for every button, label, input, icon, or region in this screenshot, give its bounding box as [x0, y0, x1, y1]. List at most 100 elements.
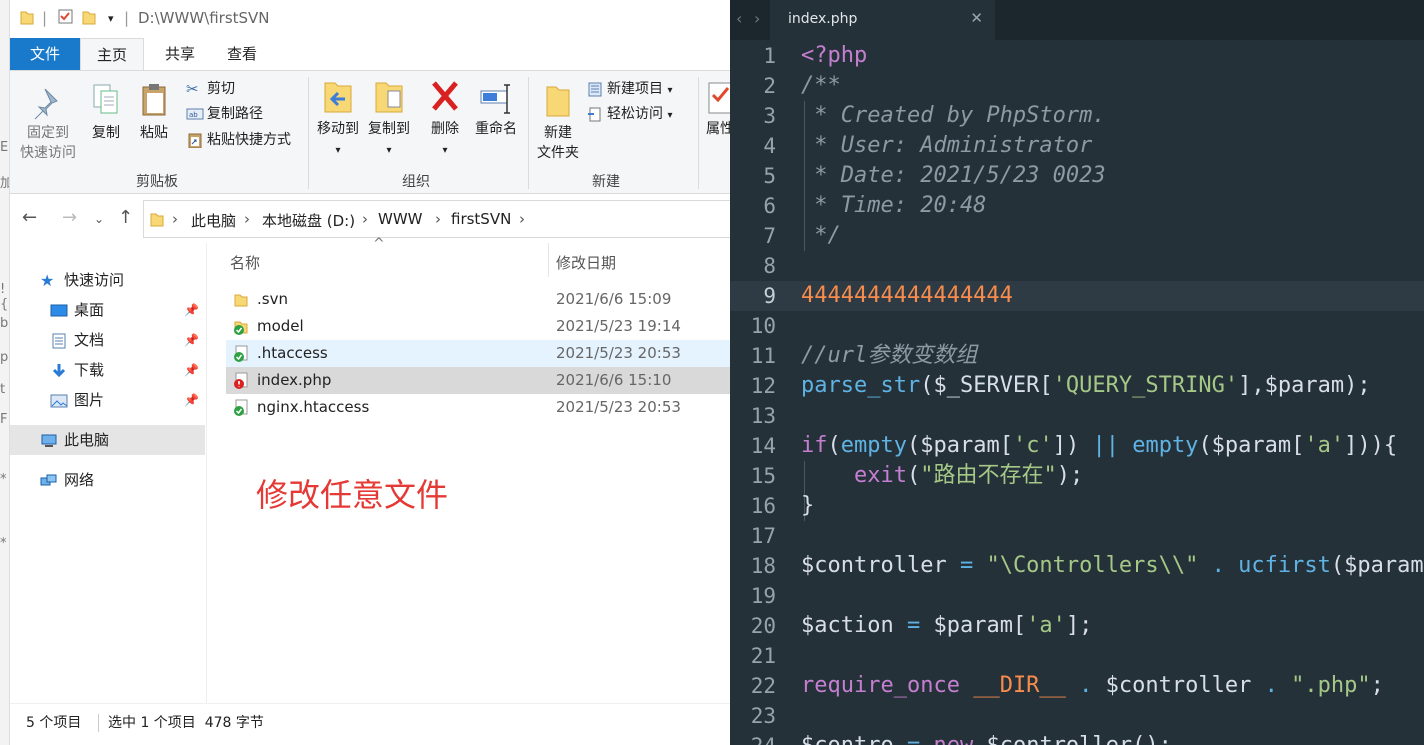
- chevron-down-icon: ▾: [386, 145, 392, 156]
- pictures-icon: [50, 394, 68, 407]
- clipboard-group-label: 剪贴板: [136, 174, 178, 190]
- sidebar-item-documents[interactable]: 文档 📌: [10, 325, 205, 355]
- code-line: * Date: 2021/5/23 0023: [801, 163, 1106, 188]
- code-line: //url参数变数组: [801, 343, 978, 368]
- copy-path-button[interactable]: ab 复制路径: [186, 102, 263, 126]
- file-row[interactable]: .htaccess 2021/5/23 20:53: [226, 340, 730, 367]
- breadcrumb-chevron-icon[interactable]: ›: [519, 210, 525, 228]
- file-name: index.php: [257, 371, 332, 389]
- recent-locations-chevron-icon[interactable]: ⌄: [94, 212, 104, 226]
- cut-button[interactable]: ✂ 剪切: [186, 77, 235, 101]
- line-number: 7: [763, 224, 776, 248]
- tab-label: index.php: [788, 11, 858, 27]
- line-number-current: 9: [763, 284, 776, 308]
- line-number: 14: [750, 434, 776, 458]
- pinned-icon: 📌: [184, 393, 199, 407]
- paste-button[interactable]: 粘贴: [132, 81, 176, 143]
- tab-scroll-right-icon[interactable]: ›: [754, 9, 760, 28]
- copy-path-icon: ab: [186, 108, 204, 120]
- file-row[interactable]: .svn 2021/6/6 15:09: [226, 286, 730, 313]
- new-folder-label-1: 新建: [544, 125, 572, 141]
- new-item-icon: [588, 82, 602, 97]
- file-date: 2021/5/23 20:53: [556, 398, 681, 416]
- move-to-button[interactable]: 移动到 ▾: [313, 77, 363, 161]
- group-divider: [528, 77, 529, 189]
- title-bar: | ▾ | D:\WWW\firstSVN: [10, 0, 730, 38]
- pin-to-quick-access-button[interactable]: 固定到 快速访问: [16, 81, 80, 163]
- delete-button[interactable]: 删除 ▾: [422, 77, 468, 161]
- tab-home[interactable]: 主页: [80, 38, 144, 71]
- code-line: }: [801, 493, 815, 518]
- breadcrumb-chevron-icon[interactable]: ›: [362, 210, 368, 228]
- easy-access-button[interactable]: 轻松访问 ▾: [586, 102, 672, 126]
- column-date-header[interactable]: 修改日期: [556, 252, 616, 273]
- new-folder-label-2: 文件夹: [537, 145, 579, 161]
- paste-label: 粘贴: [140, 125, 168, 141]
- separator: |: [124, 9, 130, 27]
- line-number: 12: [750, 374, 776, 398]
- file-name: .svn: [257, 290, 288, 308]
- tab-view[interactable]: 查看: [210, 38, 274, 70]
- back-arrow-icon[interactable]: ←: [22, 207, 37, 228]
- code-line: require_once __DIR__ . $controller . ".p…: [801, 673, 1384, 698]
- sort-ascending-icon: ^: [373, 236, 385, 252]
- copy-label: 复制: [92, 125, 120, 141]
- line-number: 16: [750, 494, 776, 518]
- file-name: .htaccess: [257, 344, 328, 362]
- sidebar-item-desktop[interactable]: 桌面 📌: [10, 295, 205, 325]
- close-icon[interactable]: ✕: [970, 9, 983, 27]
- tab-file[interactable]: 文件: [10, 38, 80, 70]
- forward-arrow-icon[interactable]: →: [62, 207, 77, 228]
- line-number: 1: [763, 44, 776, 68]
- copy-button[interactable]: 复制: [84, 81, 128, 143]
- sidebar-item-network[interactable]: 网络: [10, 465, 205, 495]
- breadcrumb-chevron-icon[interactable]: ›: [435, 210, 441, 228]
- sidebar-item-pictures[interactable]: 图片 📌: [10, 385, 205, 415]
- rename-label: 重命名: [475, 121, 517, 137]
- sidebar-item-this-pc[interactable]: 此电脑: [10, 425, 205, 455]
- paste-shortcut-button[interactable]: 粘贴快捷方式: [186, 128, 291, 152]
- sidebar-item-downloads[interactable]: 下载 📌: [10, 355, 205, 385]
- navigation-pane: ★ 快速访问 桌面 📌 文档 📌 下载 📌 图片 📌 此电脑 网络: [10, 243, 205, 703]
- line-number: 11: [750, 344, 776, 368]
- tab-scroll-left-icon[interactable]: ‹: [736, 9, 742, 28]
- breadcrumb-chevron-icon[interactable]: ›: [244, 210, 250, 228]
- new-folder-button[interactable]: 新建 文件夹: [532, 81, 584, 163]
- pinned-icon: 📌: [184, 303, 199, 317]
- breadcrumb-firstsvn[interactable]: firstSVN: [451, 210, 511, 228]
- breadcrumb-www[interactable]: WWW: [378, 210, 423, 228]
- navigation-bar: ← → ⌄ ↑ › 此电脑 › 本地磁盘 (D:) › WWW › firstS…: [10, 195, 730, 243]
- rename-icon: [480, 84, 510, 114]
- organize-group-label: 组织: [402, 174, 430, 190]
- address-bar[interactable]: › 此电脑 › 本地磁盘 (D:) › WWW › firstSVN ›: [143, 200, 730, 238]
- breadcrumb-chevron-icon[interactable]: ›: [172, 210, 178, 228]
- rename-button[interactable]: 重命名: [470, 77, 522, 139]
- file-row-selected[interactable]: index.php 2021/6/6 15:10: [226, 367, 730, 394]
- breadcrumb-this-pc[interactable]: 此电脑: [191, 210, 236, 231]
- up-arrow-icon[interactable]: ↑: [118, 207, 133, 228]
- pane-divider[interactable]: [206, 243, 207, 703]
- tab-share[interactable]: 共享: [148, 38, 212, 70]
- properties-button[interactable]: 属性: [700, 77, 730, 139]
- column-name-header[interactable]: 名称: [230, 252, 260, 273]
- ribbon-home: 固定到 快速访问 复制 粘贴 ✂ 剪切 ab 复制路径 粘贴快捷方式 剪贴板 移动到…: [10, 70, 730, 194]
- code-line-modified: 4444444444444444: [801, 283, 1013, 308]
- editor-tab-index-php[interactable]: index.php ✕: [770, 0, 995, 40]
- svg-text:ab: ab: [189, 111, 198, 119]
- pinned-icon: 📌: [184, 333, 199, 347]
- new-folder-quick-icon[interactable]: [82, 9, 96, 25]
- new-item-button[interactable]: 新建项目 ▾: [586, 77, 672, 101]
- line-number: 13: [750, 404, 776, 428]
- file-row[interactable]: model 2021/5/23 19:14: [226, 313, 730, 340]
- group-divider: [308, 77, 309, 189]
- quick-access-dropdown-icon[interactable]: ▾: [108, 12, 114, 25]
- breadcrumb-drive-d[interactable]: 本地磁盘 (D:): [262, 210, 355, 231]
- copy-to-label: 复制到: [368, 121, 410, 137]
- sidebar-item-quick-access[interactable]: ★ 快速访问: [10, 265, 205, 295]
- desktop-icon: [50, 304, 68, 316]
- file-date: 2021/5/23 20:53: [556, 344, 681, 362]
- file-row[interactable]: nginx.htaccess 2021/5/23 20:53: [226, 394, 730, 421]
- properties-checkbox-icon[interactable]: [58, 9, 74, 25]
- column-resize-handle[interactable]: [548, 243, 549, 277]
- copy-to-button[interactable]: 复制到 ▾: [364, 77, 414, 161]
